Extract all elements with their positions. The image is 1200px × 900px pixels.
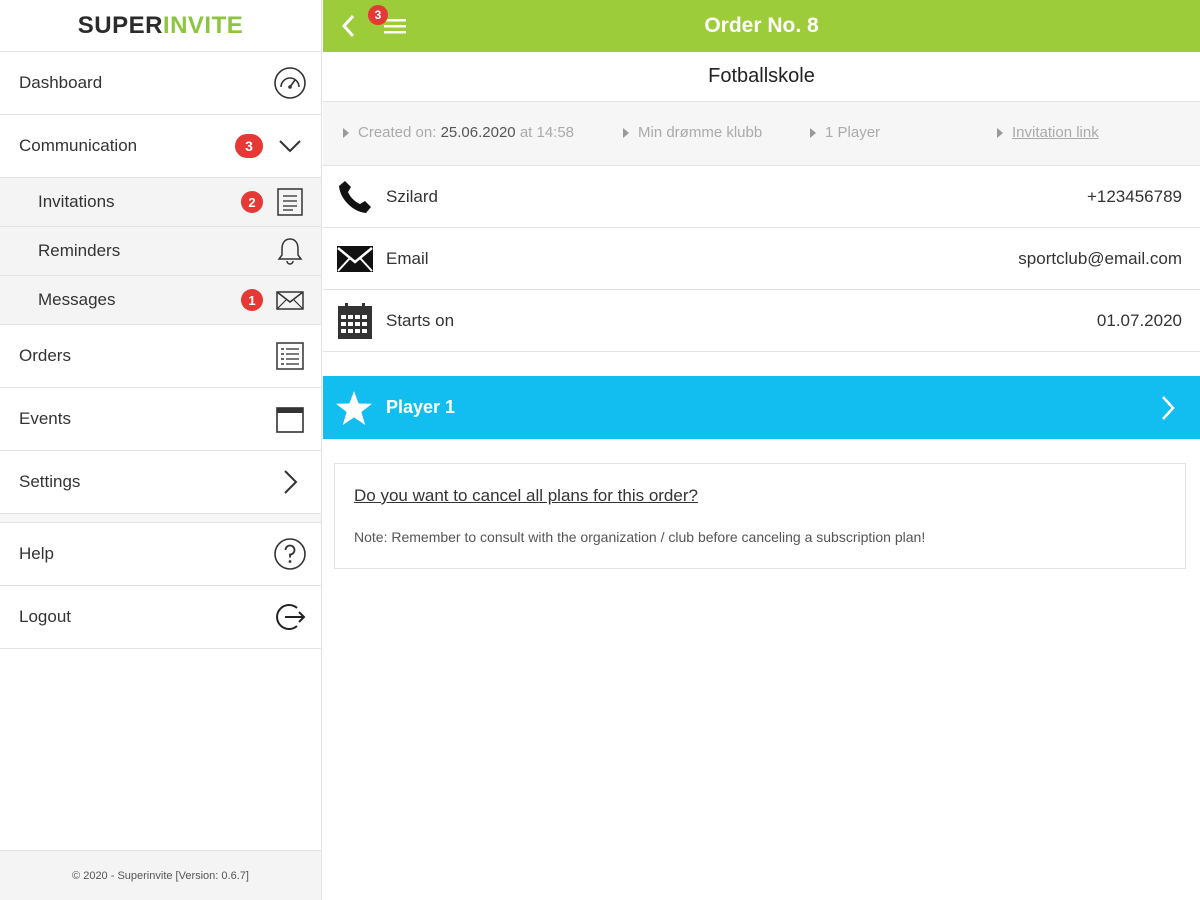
sidebar-item-label: Help bbox=[19, 544, 54, 563]
cancel-plans-link[interactable]: Do you want to cancel all plans for this… bbox=[354, 486, 698, 506]
list-icon bbox=[273, 339, 307, 373]
dashboard-gauge-icon bbox=[273, 66, 307, 100]
sidebar-item-events[interactable]: Events bbox=[0, 388, 321, 451]
sidebar-item-communication[interactable]: Communication 3 bbox=[0, 115, 321, 178]
sidebar-separator bbox=[0, 514, 321, 523]
messages-badge: 1 bbox=[241, 289, 263, 311]
star-icon bbox=[334, 388, 374, 428]
envelope-icon bbox=[335, 239, 375, 279]
sidebar-item-help[interactable]: Help bbox=[0, 523, 321, 586]
meta-club: Min drømme klubb bbox=[623, 124, 762, 141]
starts-on-date: 01.07.2020 bbox=[1096, 310, 1182, 330]
order-meta-bar: Created on: 25.06.2020 at 14:58 Min drøm… bbox=[323, 102, 1200, 166]
caret-right-icon bbox=[623, 127, 629, 138]
meta-created-time: at 14:58 bbox=[519, 124, 575, 141]
logo-part-invite: INVITE bbox=[162, 11, 244, 39]
chevron-right-icon bbox=[1156, 393, 1180, 423]
starts-on-row: Starts on 01.07.2020 bbox=[323, 290, 1200, 352]
starts-on-label: Starts on bbox=[386, 310, 455, 330]
phone-icon bbox=[335, 177, 375, 217]
meta-players: 1 Player bbox=[810, 124, 880, 141]
invitation-link[interactable]: Invitation link bbox=[1012, 124, 1099, 141]
sidebar-item-dashboard[interactable]: Dashboard bbox=[0, 52, 321, 115]
sidebar-item-reminders[interactable]: Reminders bbox=[0, 227, 321, 276]
contact-row: Szilard +123456789 bbox=[323, 166, 1200, 228]
sidebar-item-label: Reminders bbox=[38, 241, 121, 260]
sidebar-item-settings[interactable]: Settings bbox=[0, 451, 321, 514]
meta-created-prefix: Created on: bbox=[358, 124, 437, 141]
back-button[interactable] bbox=[335, 12, 363, 40]
sidebar-item-label: Invitations bbox=[38, 192, 115, 211]
caret-right-icon bbox=[997, 127, 1003, 138]
document-icon bbox=[273, 185, 307, 219]
meta-created: Created on: 25.06.2020 at 14:58 bbox=[343, 124, 574, 141]
calendar-icon bbox=[335, 301, 375, 341]
player-label: Player 1 bbox=[386, 397, 456, 417]
top-bar: Order No. 8 3 bbox=[323, 0, 1200, 52]
contact-name: Szilard bbox=[386, 186, 438, 206]
meta-club-name: Min drømme klubb bbox=[638, 124, 763, 141]
caret-right-icon bbox=[343, 127, 349, 138]
invitations-badge: 2 bbox=[241, 191, 263, 213]
meta-created-date: 25.06.2020 bbox=[440, 124, 516, 141]
envelope-icon bbox=[273, 283, 307, 317]
cancel-plans-card: Do you want to cancel all plans for this… bbox=[334, 463, 1186, 569]
cancel-note: Note: Remember to consult with the organ… bbox=[354, 529, 926, 545]
help-circle-icon bbox=[273, 537, 307, 571]
communication-badge: 3 bbox=[235, 134, 263, 158]
sidebar-item-messages[interactable]: Messages 1 bbox=[0, 276, 321, 325]
logo-part-super: SUPER bbox=[77, 11, 163, 39]
sidebar-item-invitations[interactable]: Invitations 2 bbox=[0, 178, 321, 227]
sidebar: SUPER INVITE Dashboard Communication 3 In… bbox=[0, 0, 322, 900]
meta-invitation: Invitation link bbox=[997, 124, 1099, 141]
bell-icon bbox=[273, 234, 307, 268]
meta-player-count: 1 Player bbox=[825, 124, 881, 141]
sidebar-item-orders[interactable]: Orders bbox=[0, 325, 321, 388]
player-row[interactable]: Player 1 bbox=[323, 376, 1200, 439]
page-title: Fotballskole bbox=[323, 52, 1200, 102]
caret-right-icon bbox=[810, 127, 816, 138]
sidebar-item-logout[interactable]: Logout bbox=[0, 586, 321, 649]
sidebar-item-label: Events bbox=[19, 409, 71, 428]
sidebar-item-label: Communication bbox=[19, 136, 138, 155]
sidebar-item-label: Messages bbox=[38, 290, 116, 309]
sidebar-footer: © 2020 - Superinvite [Version: 0.6.7] bbox=[0, 850, 321, 900]
email-label: Email bbox=[386, 248, 429, 268]
top-bar-title: Order No. 8 bbox=[704, 14, 819, 37]
chevron-down-icon bbox=[273, 129, 307, 163]
email-value[interactable]: sportclub@email.com bbox=[1018, 249, 1182, 269]
sidebar-item-label: Dashboard bbox=[19, 73, 103, 92]
email-row: Email sportclub@email.com bbox=[323, 228, 1200, 290]
logo[interactable]: SUPER INVITE bbox=[0, 0, 321, 52]
logout-icon bbox=[273, 600, 307, 634]
sidebar-item-label: Orders bbox=[19, 346, 71, 365]
sidebar-item-label: Logout bbox=[19, 607, 71, 626]
contact-phone[interactable]: +123456789 bbox=[1087, 187, 1182, 207]
chevron-right-icon bbox=[273, 465, 307, 499]
sidebar-item-label: Settings bbox=[19, 472, 81, 491]
chevron-left-icon bbox=[341, 14, 355, 38]
menu-notification-badge: 3 bbox=[368, 5, 388, 25]
calendar-icon bbox=[273, 402, 307, 436]
